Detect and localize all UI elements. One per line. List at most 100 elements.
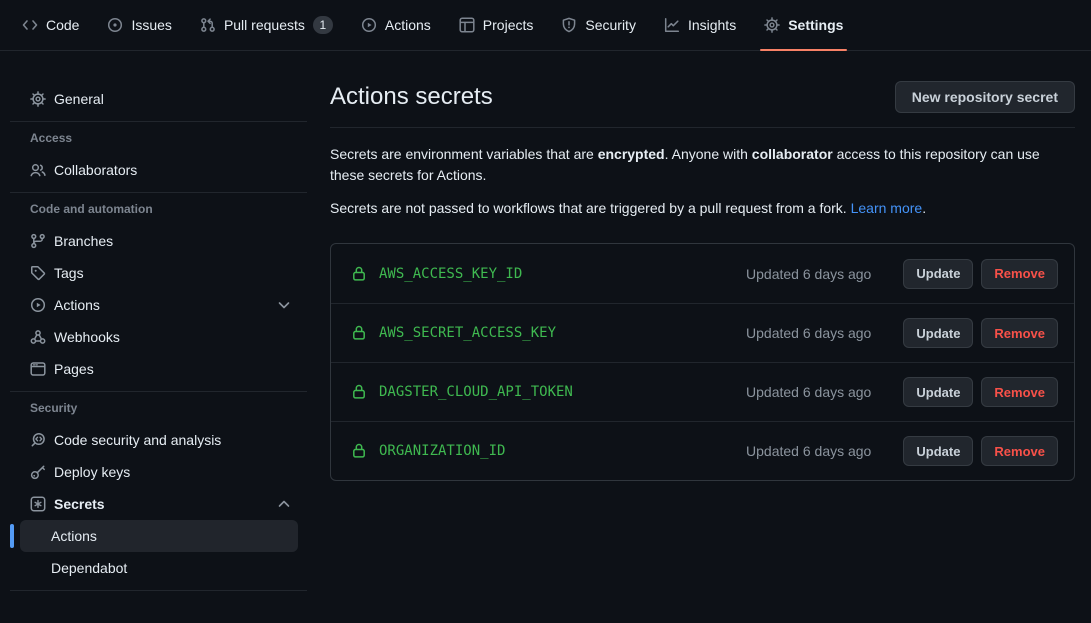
tab-label: Code (46, 17, 79, 33)
sidebar-item-label: General (54, 91, 104, 107)
sidebar-item-code-security[interactable]: Code security and analysis (20, 424, 298, 456)
repo-tab-nav: Code Issues Pull requests 1 Actions Proj… (0, 0, 1091, 51)
sidebar-item-general[interactable]: General (20, 83, 298, 115)
key-icon (30, 464, 46, 480)
remove-secret-button[interactable]: Remove (981, 318, 1058, 348)
row-actions: Update Remove (903, 259, 1058, 289)
projects-table-icon (459, 17, 475, 33)
remove-secret-button[interactable]: Remove (981, 436, 1058, 466)
tab-settings[interactable]: Settings (754, 0, 853, 50)
sidebar-item-deploy-keys[interactable]: Deploy keys (20, 456, 298, 488)
tab-label: Projects (483, 17, 534, 33)
fork-note-suffix: . (922, 200, 926, 216)
row-actions: Update Remove (903, 318, 1058, 348)
tab-issues[interactable]: Issues (97, 0, 181, 50)
update-secret-button[interactable]: Update (903, 259, 973, 289)
sidebar-item-label: Actions (51, 528, 97, 544)
sidebar-item-label: Tags (54, 265, 84, 281)
settings-sidebar: General Access Collaborators Code and au… (0, 51, 330, 622)
tab-label: Insights (688, 17, 736, 33)
secret-name: AWS_ACCESS_KEY_ID (379, 266, 522, 282)
panel-header: Actions secrets New repository secret (330, 81, 1075, 128)
description-bold-encrypted: encrypted (598, 146, 665, 162)
sidebar-item-label: Deploy keys (54, 464, 130, 480)
description-text: . Anyone with (665, 146, 752, 162)
people-icon (30, 162, 46, 178)
chevron-up-icon (276, 496, 292, 512)
secret-row: DAGSTER_CLOUD_API_TOKEN Updated 6 days a… (331, 362, 1074, 421)
sidebar-divider (10, 121, 307, 122)
secret-updated-timestamp: Updated 6 days ago (746, 325, 871, 341)
sidebar-item-actions[interactable]: Actions (20, 289, 298, 321)
secret-row: AWS_SECRET_ACCESS_KEY Updated 6 days ago… (331, 303, 1074, 362)
lock-icon (351, 443, 367, 459)
tab-pull-requests[interactable]: Pull requests 1 (190, 0, 343, 50)
codescan-icon (30, 432, 46, 448)
issue-opened-icon (107, 17, 123, 33)
lock-icon (351, 325, 367, 341)
tab-label: Issues (131, 17, 171, 33)
update-secret-button[interactable]: Update (903, 318, 973, 348)
gear-icon (764, 17, 780, 33)
code-icon (22, 17, 38, 33)
sidebar-item-secrets[interactable]: Secrets (20, 488, 298, 520)
pull-requests-count-badge: 1 (313, 16, 333, 34)
sidebar-item-label: Webhooks (54, 329, 120, 345)
webhook-icon (30, 329, 46, 345)
sidebar-item-label: Collaborators (54, 162, 137, 178)
tab-label: Pull requests (224, 17, 305, 33)
remove-secret-button[interactable]: Remove (981, 377, 1058, 407)
chevron-down-icon (276, 297, 292, 313)
sidebar-item-tags[interactable]: Tags (20, 257, 298, 289)
sidebar-item-label: Code security and analysis (54, 432, 221, 448)
tag-icon (30, 265, 46, 281)
browser-icon (30, 361, 46, 377)
sidebar-item-branches[interactable]: Branches (20, 225, 298, 257)
sidebar-item-label: Branches (54, 233, 113, 249)
tab-label: Settings (788, 17, 843, 33)
secrets-description: Secrets are environment variables that a… (330, 144, 1075, 186)
sidebar-subitem-secrets-dependabot[interactable]: Dependabot (20, 552, 298, 584)
secrets-table: AWS_ACCESS_KEY_ID Updated 6 days ago Upd… (330, 243, 1075, 481)
learn-more-link[interactable]: Learn more (851, 200, 923, 216)
git-branch-icon (30, 233, 46, 249)
sidebar-item-label: Pages (54, 361, 94, 377)
description-text: Secrets are environment variables that a… (330, 146, 598, 162)
play-icon (30, 297, 46, 313)
secret-row: AWS_ACCESS_KEY_ID Updated 6 days ago Upd… (331, 244, 1074, 303)
gear-icon (30, 91, 46, 107)
sidebar-item-label: Secrets (54, 496, 105, 512)
sidebar-divider (10, 590, 307, 591)
row-actions: Update Remove (903, 436, 1058, 466)
lock-icon (351, 384, 367, 400)
secret-updated-timestamp: Updated 6 days ago (746, 384, 871, 400)
secret-name: AWS_SECRET_ACCESS_KEY (379, 325, 556, 341)
tab-actions[interactable]: Actions (351, 0, 441, 50)
graph-icon (664, 17, 680, 33)
page-title: Actions secrets (330, 82, 493, 112)
new-repository-secret-button[interactable]: New repository secret (895, 81, 1075, 113)
sidebar-item-label: Dependabot (51, 560, 127, 576)
update-secret-button[interactable]: Update (903, 436, 973, 466)
remove-secret-button[interactable]: Remove (981, 259, 1058, 289)
update-secret-button[interactable]: Update (903, 377, 973, 407)
sidebar-subitem-secrets-actions[interactable]: Actions (20, 520, 298, 552)
sidebar-section-security: Security (0, 400, 330, 416)
secret-updated-timestamp: Updated 6 days ago (746, 266, 871, 282)
row-actions: Update Remove (903, 377, 1058, 407)
secret-name: DAGSTER_CLOUD_API_TOKEN (379, 384, 573, 400)
sidebar-item-pages[interactable]: Pages (20, 353, 298, 385)
tab-code[interactable]: Code (12, 0, 89, 50)
tab-security[interactable]: Security (551, 0, 646, 50)
sidebar-item-collaborators[interactable]: Collaborators (20, 154, 298, 186)
tab-projects[interactable]: Projects (449, 0, 544, 50)
tab-insights[interactable]: Insights (654, 0, 746, 50)
sidebar-section-access: Access (0, 130, 330, 146)
sidebar-item-webhooks[interactable]: Webhooks (20, 321, 298, 353)
lock-icon (351, 266, 367, 282)
actions-secrets-panel: Actions secrets New repository secret Se… (330, 51, 1091, 622)
sidebar-divider (10, 192, 307, 193)
tab-label: Security (585, 17, 636, 33)
secret-row: ORGANIZATION_ID Updated 6 days ago Updat… (331, 421, 1074, 480)
key-asterisk-icon (30, 496, 46, 512)
